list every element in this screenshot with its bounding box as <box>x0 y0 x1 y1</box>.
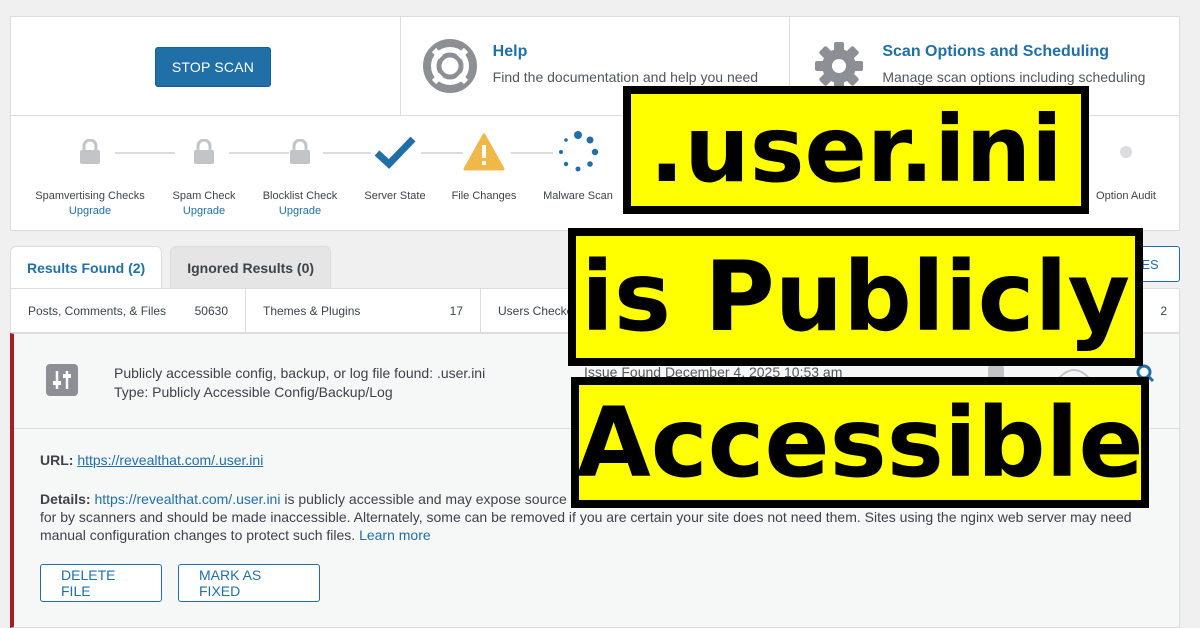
stop-scan-cell: STOP SCAN <box>11 17 401 115</box>
issue-actions: DELETE FILE MARK AS FIXED <box>40 564 336 602</box>
stat-themes: Themes & Plugins 17 <box>246 289 481 332</box>
upgrade-link[interactable]: Upgrade <box>25 205 155 217</box>
issue-url-link[interactable]: https://revealthat.com/.user.ini <box>77 452 263 468</box>
stop-scan-button[interactable]: STOP SCAN <box>155 47 271 87</box>
details-link[interactable]: https://revealthat.com/.user.ini <box>94 491 280 507</box>
issue-type: Type: Publicly Accessible Config/Backup/… <box>114 384 393 400</box>
scan-options-title[interactable]: Scan Options and Scheduling <box>882 43 1145 61</box>
stat-value-last: 2 <box>1160 303 1167 318</box>
lock-icon <box>194 139 214 164</box>
upgrade-link[interactable]: Upgrade <box>235 205 365 217</box>
scan-options-desc: Manage scan options including scheduling <box>882 69 1146 85</box>
learn-more-link[interactable]: Learn more <box>359 527 431 543</box>
stat-label: Posts, Comments, & Files <box>28 303 167 318</box>
details-label: Details: <box>40 491 91 507</box>
gear-icon <box>815 42 864 90</box>
delete-file-button[interactable]: DELETE FILE <box>40 564 162 602</box>
results-tabs: Results Found (2) Ignored Results (0) <box>10 246 339 288</box>
mark-as-fixed-button[interactable]: MARK AS FIXED <box>178 564 320 602</box>
caption-line-2: is Publicly <box>568 228 1143 366</box>
help-desc: Find the documentation and help you need <box>492 69 759 85</box>
stat-posts: Posts, Comments, & Files 50630 <box>11 289 246 332</box>
caption-line-1: .user.ini <box>623 86 1089 214</box>
step-spamvertising: Spamvertising Checks Upgrade <box>25 132 155 217</box>
caption-line-3: Accessible <box>571 377 1149 508</box>
details-text: is publicly accessible and may expose so… <box>280 491 567 507</box>
lock-icon <box>80 139 100 164</box>
lock-icon <box>290 139 310 164</box>
details-text: manual configuration changes to protect … <box>40 527 360 543</box>
issue-title: Publicly accessible config, backup, or l… <box>114 365 486 381</box>
spinner-icon <box>559 131 599 172</box>
sliders-icon <box>46 364 78 396</box>
warning-icon <box>463 133 505 171</box>
url-label: URL: <box>40 452 74 468</box>
lifebuoy-icon <box>422 39 477 93</box>
help-title[interactable]: Help <box>493 43 758 61</box>
stat-value: 50630 <box>194 303 228 318</box>
tab-results-found[interactable]: Results Found (2) <box>10 246 163 288</box>
pending-dot-icon <box>1120 146 1132 158</box>
step-label: Spamvertising Checks <box>35 190 145 202</box>
stat-label: Themes & Plugins <box>263 303 361 318</box>
checkmark-icon <box>374 136 416 169</box>
stat-value: 17 <box>449 303 463 318</box>
details-text: for by scanners and should be made inacc… <box>40 509 1132 525</box>
tab-ignored-results[interactable]: Ignored Results (0) <box>170 246 332 288</box>
